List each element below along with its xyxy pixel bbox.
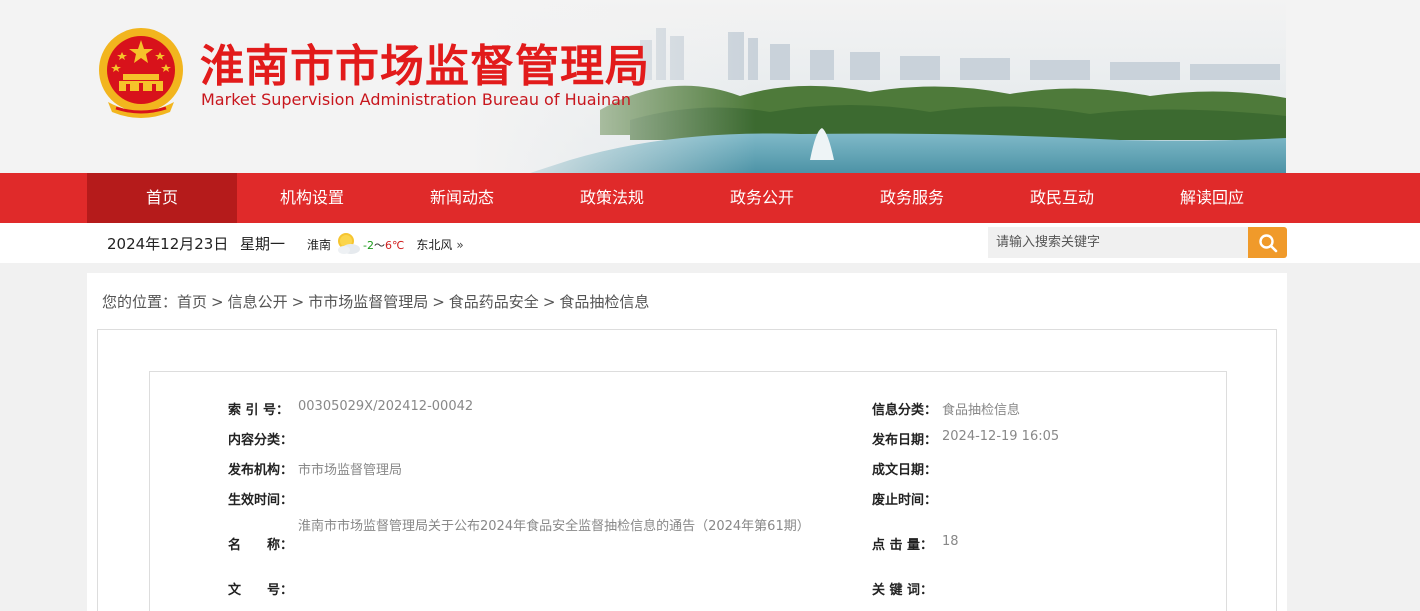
info-value-publish-date: 2024-12-19 16:05 — [942, 429, 1060, 444]
info-label-publisher: 发布机构： — [228, 463, 294, 478]
info-label-clicks: 点 击 量： — [872, 538, 934, 553]
breadcrumb-item-info-public[interactable]: 信息公开 — [228, 293, 288, 311]
nav-item-policies[interactable]: 政策法规 — [537, 173, 687, 223]
info-label-effective: 生效时间： — [228, 493, 294, 508]
search-input[interactable] — [988, 227, 1248, 258]
main-content: 您的位置：首页 > 信息公开 > 市市场监督管理局 > 食品药品安全 > 食品抽检信息 索 引 … — [87, 273, 1287, 611]
info-label-name: 名 称： — [228, 538, 294, 553]
nav-item-interaction[interactable]: 政民互动 — [987, 173, 1137, 223]
weather-temperature: -2～6℃ — [363, 237, 404, 253]
main-nav: 首页 机构设置 新闻动态 政策法规 政务公开 政务服务 政民互动 解读回应 — [0, 173, 1420, 223]
search-icon — [1258, 233, 1277, 252]
nav-item-gov-affairs[interactable]: 政务公开 — [687, 173, 837, 223]
info-label-expiry: 废止时间： — [872, 493, 938, 508]
info-value-info-type: 食品抽检信息 — [942, 403, 1021, 418]
current-weekday: 星期一 — [240, 235, 286, 253]
national-emblem-icon — [96, 24, 186, 120]
info-table: 索 引 号： 00305029X/202412-00042 内容分类： 发布机构… — [149, 371, 1227, 611]
weather-temp-high: 6℃ — [384, 238, 405, 252]
sun-cloud-icon — [335, 231, 361, 258]
weather-more-link[interactable]: » — [456, 238, 463, 252]
breadcrumb-item-home[interactable]: 首页 — [177, 293, 207, 311]
info-bar: 2024年12月23日 星期一 淮南 -2～6℃ 东北风 » — [0, 223, 1420, 263]
nav-item-organization[interactable]: 机构设置 — [237, 173, 387, 223]
info-label-docnum: 文 号： — [228, 583, 294, 598]
breadcrumb-separator: > — [291, 293, 305, 311]
article-container: 索 引 号： 00305029X/202412-00042 内容分类： 发布机构… — [97, 329, 1277, 611]
breadcrumb: 您的位置：首页 > 信息公开 > 市市场监督管理局 > 食品药品安全 > 食品抽检信息 — [102, 291, 649, 312]
breadcrumb-prefix: 您的位置： — [102, 293, 178, 311]
info-label-index: 索 引 号： — [228, 403, 290, 418]
breadcrumb-separator: > — [432, 293, 445, 311]
breadcrumb-item-food-inspection[interactable]: 食品抽检信息 — [559, 293, 649, 311]
nav-item-news[interactable]: 新闻动态 — [387, 173, 537, 223]
weather-wind: 东北风 — [416, 238, 453, 252]
nav-item-interpretation[interactable]: 解读回应 — [1137, 173, 1287, 223]
info-value-clicks: 18 — [942, 534, 959, 549]
info-label-keywords: 关 键 词： — [872, 583, 934, 598]
info-value-publisher: 市市场监督管理局 — [298, 463, 403, 478]
weather-widget[interactable]: 淮南 -2～6℃ 东北风 » — [307, 231, 464, 258]
site-subtitle: Market Supervision Administration Bureau… — [201, 90, 632, 109]
site-header: 淮南市市场监督管理局 Market Supervision Administra… — [0, 0, 1420, 173]
info-label-category: 内容分类： — [228, 433, 294, 448]
info-value-name: 淮南市市场监督管理局关于公布2024年食品安全监督抽检信息的通告（2024年第6… — [298, 519, 810, 534]
breadcrumb-item-bureau[interactable]: 市市场监督管理局 — [308, 293, 428, 311]
nav-item-gov-services[interactable]: 政务服务 — [837, 173, 987, 223]
weather-temp-sep: ～ — [373, 238, 385, 252]
weather-city: 淮南 — [307, 238, 332, 252]
weather-temp-low: -2 — [363, 238, 374, 252]
nav-item-home[interactable]: 首页 — [87, 173, 237, 223]
breadcrumb-item-food-drug[interactable]: 食品药品安全 — [449, 293, 539, 311]
info-label-written-date: 成文日期： — [872, 463, 938, 478]
search-button[interactable] — [1248, 227, 1287, 258]
current-date: 2024年12月23日 — [107, 235, 229, 253]
site-title: 淮南市市场监督管理局 — [200, 41, 650, 92]
breadcrumb-separator: > — [211, 293, 224, 311]
breadcrumb-separator: > — [542, 293, 556, 311]
info-value-index: 00305029X/202412-00042 — [298, 399, 474, 414]
info-label-info-type: 信息分类： — [872, 403, 938, 418]
search-box — [988, 227, 1287, 258]
info-label-publish-date: 发布日期： — [872, 433, 938, 448]
